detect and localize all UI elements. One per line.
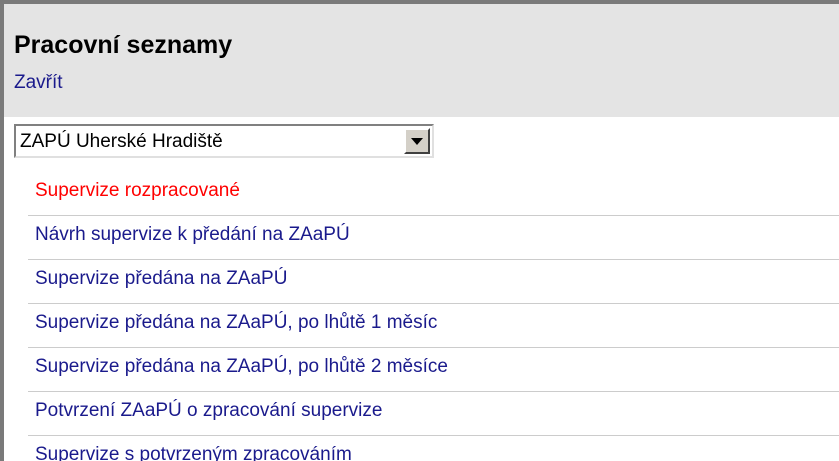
worklist-item-confirmed-processing[interactable]: Supervize s potvrzeným zpracováním [28,436,839,461]
page-title: Pracovní seznamy [14,31,233,59]
dropdown-button[interactable] [404,128,430,154]
close-link[interactable]: Zavřít [14,72,63,94]
panel-header: Pracovní seznamy Zavřít [4,4,839,117]
worklist-item-proposal-for-handover[interactable]: Návrh supervize k předání na ZAaPÚ [28,216,839,260]
worklists-panel: Pracovní seznamy Zavřít ZAPÚ Uherské Hra… [0,0,839,461]
workplace-select[interactable]: ZAPÚ Uherské Hradiště [14,124,434,158]
worklist-list: Supervize rozpracované Návrh supervize k… [28,172,839,461]
worklist-item-overdue-1-month[interactable]: Supervize předána na ZAaPÚ, po lhůtě 1 m… [28,304,839,348]
chevron-down-icon [411,138,423,145]
worklist-item-overdue-2-months[interactable]: Supervize předána na ZAaPÚ, po lhůtě 2 m… [28,348,839,392]
workplace-select-value: ZAPÚ Uherské Hradiště [20,131,223,152]
worklist-item-handed-over[interactable]: Supervize předána na ZAaPÚ [28,260,839,304]
worklist-item-supervision-in-progress[interactable]: Supervize rozpracované [28,172,839,216]
worklist-item-processing-confirmation[interactable]: Potvrzení ZAaPÚ o zpracování supervize [28,392,839,436]
